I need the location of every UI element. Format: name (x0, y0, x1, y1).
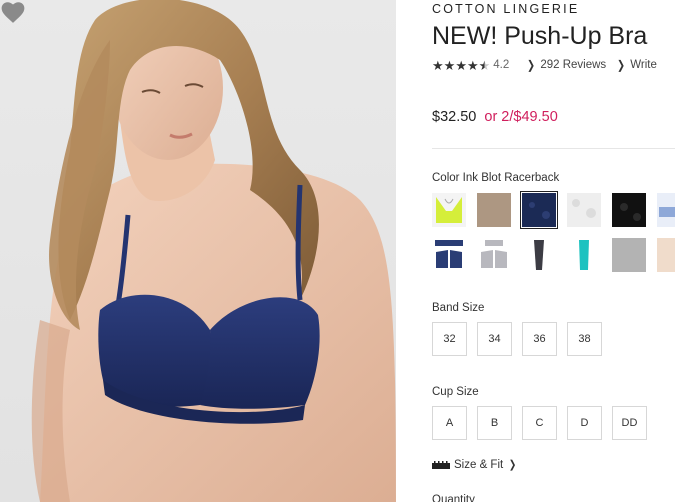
cup-size-options: A B C D DD (432, 406, 647, 440)
swatch-ink-blot-racerback[interactable] (520, 191, 558, 229)
swatch-teal-lace[interactable] (567, 238, 601, 272)
band-size-34[interactable]: 34 (477, 322, 512, 356)
write-review-link[interactable]: Write (630, 59, 657, 71)
swatch-black-lace[interactable] (612, 193, 646, 227)
swatch-navy-lace-bra[interactable] (432, 238, 466, 272)
cup-size-c[interactable]: C (522, 406, 557, 440)
chevron-right-icon: ❯ (509, 459, 517, 471)
swatch-grey-lace-bra[interactable] (477, 238, 511, 272)
divider (432, 148, 675, 149)
promo-price: or 2/$49.50 (484, 109, 558, 125)
swatch-charcoal-lace[interactable] (522, 238, 556, 272)
star-icon: ★ (466, 57, 479, 73)
size-fit-link[interactable]: Size & Fit ❯ (432, 458, 517, 471)
star-half-icon: ★ (478, 57, 491, 73)
star-icon: ★ (455, 57, 467, 73)
size-fit-label: Size & Fit (454, 458, 504, 471)
band-size-options: 32 34 36 38 (432, 322, 602, 356)
cup-size-b[interactable]: B (477, 406, 512, 440)
cup-size-dd[interactable]: DD (612, 406, 647, 440)
band-size-38[interactable]: 38 (567, 322, 602, 356)
product-price: $32.50 (432, 109, 477, 125)
reviews-link[interactable]: 292 Reviews (540, 59, 606, 71)
quantity-label: Quantity (432, 494, 475, 502)
cup-size-d[interactable]: D (567, 406, 602, 440)
band-size-32[interactable]: 32 (432, 322, 467, 356)
swatch-heather-grey[interactable] (612, 238, 646, 272)
cup-size-a[interactable]: A (432, 406, 467, 440)
star-icon: ★ (443, 57, 456, 73)
cup-size-label: Cup Size (432, 386, 479, 398)
band-size-36[interactable]: 36 (522, 322, 557, 356)
product-image[interactable] (0, 0, 396, 502)
color-label: Color Ink Blot Racerback (432, 172, 560, 184)
band-size-label: Band Size (432, 302, 485, 314)
heart-icon[interactable] (0, 0, 26, 24)
swatch-nude[interactable] (657, 238, 675, 272)
swatch-neon-racerback[interactable] (432, 193, 466, 227)
product-title: NEW! Push-Up Bra (432, 22, 648, 50)
star-rating: ★ ★ ★ ★ ★ (432, 59, 490, 72)
swatch-blue-stripe[interactable] (657, 193, 675, 227)
price-row: $32.50 or 2/$49.50 (432, 109, 558, 125)
swatch-tan-texture[interactable] (477, 193, 511, 227)
model-illustration (31, 0, 396, 502)
rating-value: 4.2 (493, 59, 510, 71)
ruler-icon (432, 460, 450, 469)
swatch-white-lace[interactable] (567, 193, 601, 227)
product-brand: COTTON LINGERIE (432, 2, 580, 16)
chevron-right-icon: ❯ (527, 58, 536, 72)
rating-row: ★ ★ ★ ★ ★ 4.2 ❯ 292 Reviews ❯ Write (432, 58, 657, 72)
chevron-right-icon: ❯ (617, 58, 626, 72)
product-details: COTTON LINGERIE NEW! Push-Up Bra ★ ★ ★ ★… (432, 0, 675, 502)
star-icon: ★ (432, 57, 444, 73)
